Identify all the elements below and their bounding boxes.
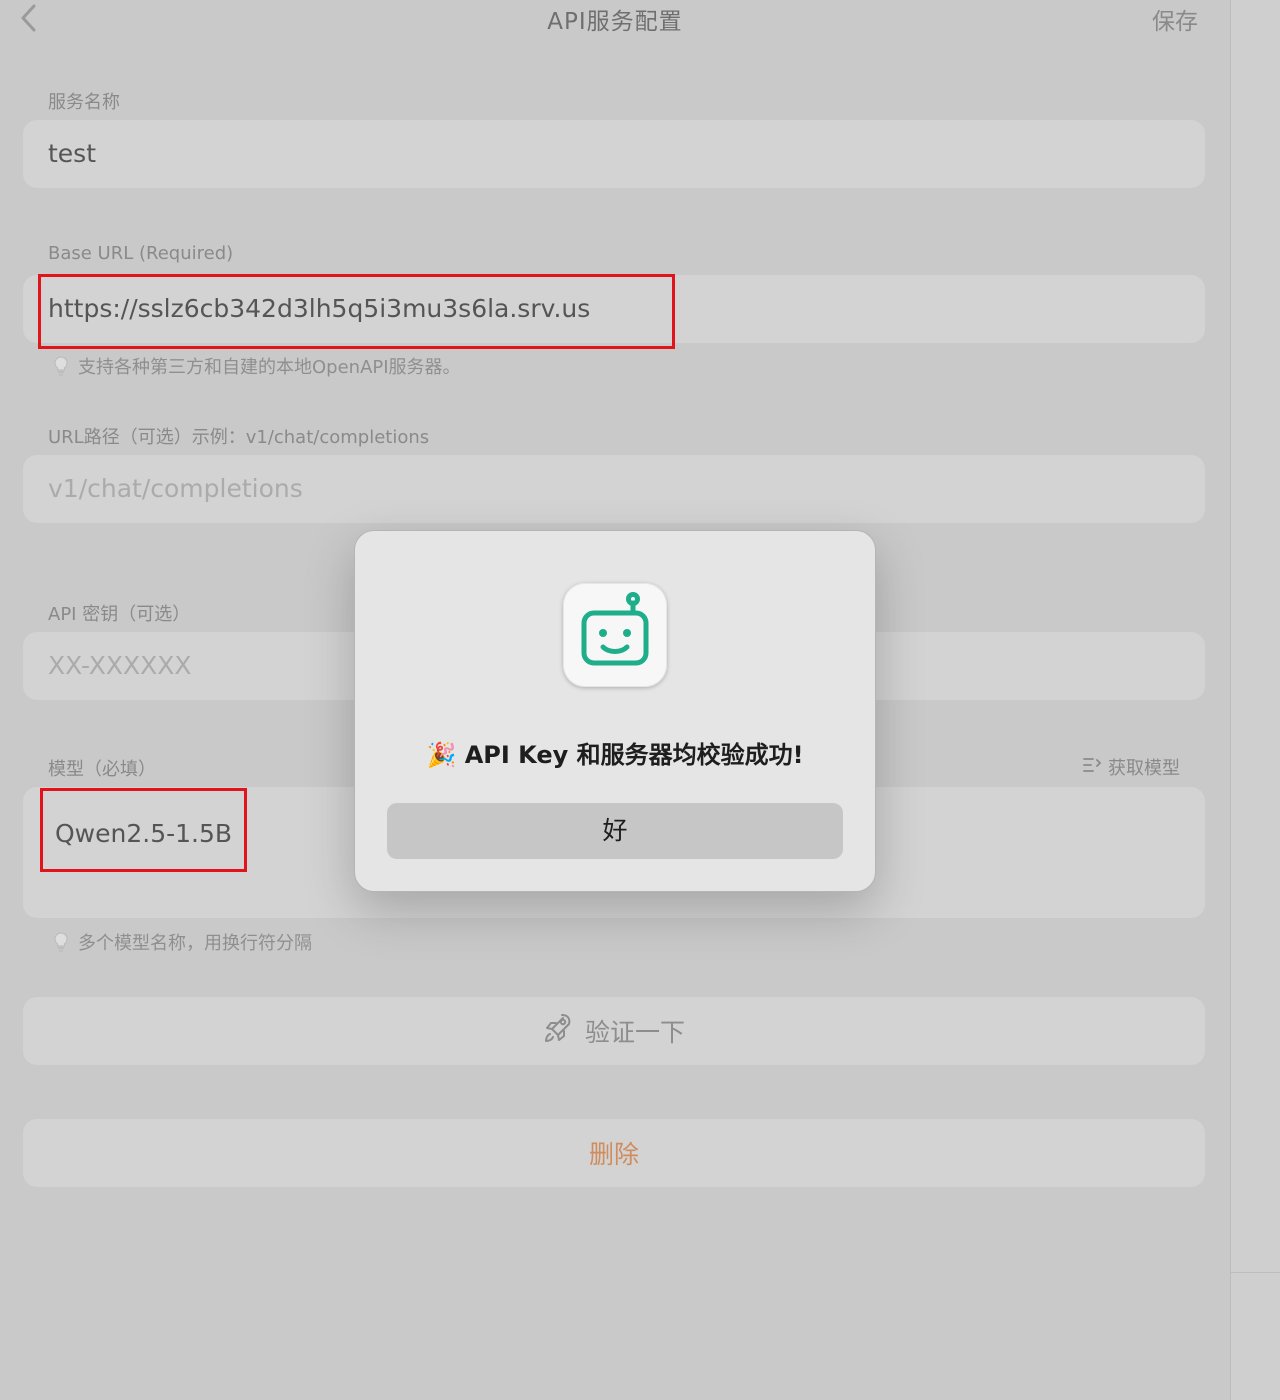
rocket-icon (543, 1012, 573, 1050)
success-dialog: 🎉 API Key 和服务器均校验成功! 好 (354, 530, 876, 892)
verify-label: 验证一下 (584, 1018, 685, 1047)
service-name-label: 服务名称 (48, 92, 120, 113)
lightbulb-icon (52, 355, 70, 377)
model-hint: 多个模型名称，用换行符分隔 (52, 929, 312, 955)
lightbulb-icon (52, 931, 70, 953)
url-path-field[interactable]: v1/chat/completions (23, 455, 1205, 523)
ok-button[interactable]: 好 (387, 803, 843, 859)
url-path-placeholder: v1/chat/completions (48, 474, 303, 503)
party-popper-icon: 🎉 (426, 741, 457, 769)
base-url-highlight-box (38, 274, 675, 349)
save-button[interactable]: 保存 (1152, 2, 1198, 36)
dialog-message-text: API Key 和服务器均校验成功! (464, 741, 804, 769)
divider (1231, 1272, 1280, 1273)
page-title: API服务配置 (547, 9, 683, 35)
base-url-label: Base URL (Required) (48, 243, 234, 264)
base-url-hint-text: 支持各种第三方和自建的本地OpenAPI服务器。 (78, 357, 461, 378)
url-path-label: URL路径（可选）示例：v1/chat/completions (48, 427, 430, 448)
delete-label: 删除 (588, 1140, 639, 1169)
top-bar: API服务配置 保存 (0, 0, 1230, 40)
list-filter-icon (1082, 756, 1102, 779)
fetch-models-button[interactable]: 获取模型 (1082, 754, 1180, 780)
base-url-hint: 支持各种第三方和自建的本地OpenAPI服务器。 (52, 353, 461, 379)
robot-app-icon (563, 583, 667, 687)
delete-button[interactable]: 删除 (23, 1119, 1205, 1187)
model-label: 模型（必填） (48, 759, 156, 780)
model-hint-text: 多个模型名称，用换行符分隔 (78, 933, 312, 954)
service-name-value: test (48, 139, 97, 168)
service-name-field[interactable]: test (23, 120, 1205, 188)
model-highlight-box (40, 788, 247, 872)
fetch-models-label: 获取模型 (1108, 758, 1180, 779)
api-key-placeholder: XX-XXXXXX (48, 651, 192, 680)
api-key-label: API 密钥（可选） (48, 604, 191, 625)
dialog-message: 🎉 API Key 和服务器均校验成功! (355, 735, 875, 770)
verify-button[interactable]: 验证一下 (23, 997, 1205, 1065)
side-strip (1230, 0, 1280, 1400)
